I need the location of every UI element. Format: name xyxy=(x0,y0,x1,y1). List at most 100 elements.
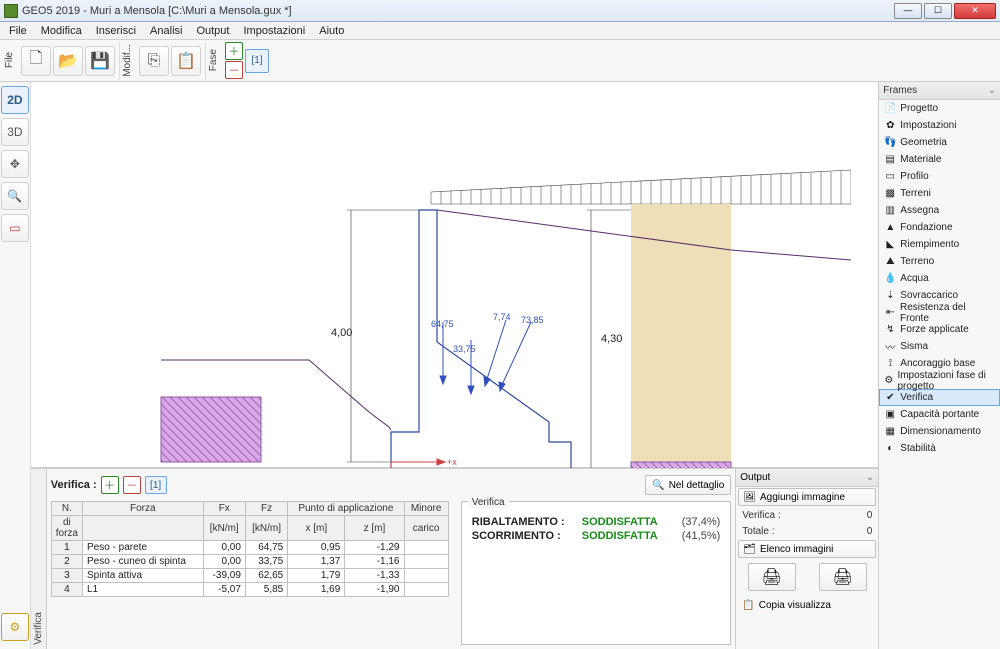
view-3d-button[interactable]: 3D xyxy=(1,118,29,146)
output-title: Output xyxy=(740,472,770,483)
frame-item-terreno[interactable]: ⛰ Terreno xyxy=(879,253,1000,270)
frame-item-label: Resistenza del Fronte xyxy=(900,302,995,324)
frame-item-icon: ◐ xyxy=(884,443,896,455)
frame-item-icon: ▣ xyxy=(884,409,896,421)
output-panel: Output ⌄ 🖼 Aggiungi immagine Verifica :0… xyxy=(735,469,878,649)
frame-item-icon: ▲ xyxy=(884,222,896,234)
chevron-icon: ⌄ xyxy=(988,85,996,96)
view-2d-button[interactable]: 2D xyxy=(1,86,29,114)
frame-item-label: Materiale xyxy=(900,154,941,165)
frame-item-forze-applicate[interactable]: ↯Forze applicate xyxy=(879,321,1000,338)
phase-1-button[interactable]: [1] xyxy=(245,49,269,73)
verify-phase-button[interactable]: [1] xyxy=(145,476,167,494)
add-phase-button[interactable]: ＋ xyxy=(225,42,243,60)
menu-modifica[interactable]: Modifica xyxy=(36,24,87,38)
image-list-button[interactable]: 🗂 Elenco immagini xyxy=(738,540,876,558)
file-group-label: File xyxy=(4,50,15,70)
dim-h: 4,00 xyxy=(331,327,352,339)
frame-item-assegna[interactable]: ▥Assegna xyxy=(879,202,1000,219)
frame-item-geometria[interactable]: 👣 Geometria xyxy=(879,134,1000,151)
frame-item-progetto[interactable]: 📄Progetto xyxy=(879,100,1000,117)
frame-item-materiale[interactable]: ▤Materiale xyxy=(879,151,1000,168)
verify-results-box: Verifica RIBALTAMENTO :SODDISFATTA(37,4%… xyxy=(461,501,732,645)
menu-file[interactable]: File xyxy=(4,24,32,38)
force-a: 64,75 xyxy=(431,319,454,329)
maximize-button[interactable]: ☐ xyxy=(924,3,952,19)
chevron-icon: ⌄ xyxy=(866,472,874,483)
frame-item-resistenza-del-fronte[interactable]: ⇤ Resistenza del Fronte xyxy=(879,304,1000,321)
add-image-button[interactable]: 🖼 Aggiungi immagine xyxy=(738,488,876,506)
add-image-icon: 🖼 xyxy=(743,492,756,503)
frames-title: Frames xyxy=(883,85,917,96)
frame-item-fondazione[interactable]: ▲Fondazione xyxy=(879,219,1000,236)
minimize-button[interactable]: — xyxy=(894,3,922,19)
new-file-button[interactable]: 🗋 xyxy=(21,46,51,76)
frame-item-stabilit-[interactable]: ◐ Stabilità xyxy=(879,440,1000,457)
frame-item-impostazioni[interactable]: ✿Impostazioni xyxy=(879,117,1000,134)
verify-remove-button[interactable]: － xyxy=(123,476,141,494)
frame-item-label: Terreno xyxy=(900,256,934,267)
force-c: 7,74 xyxy=(493,312,511,322)
detail-icon: 🔍 xyxy=(652,480,664,491)
frame-item-sisma[interactable]: 〰Sisma xyxy=(879,338,1000,355)
check-row: RIBALTAMENTO :SODDISFATTA(37,4%) xyxy=(472,516,721,528)
table-row[interactable]: 3Spinta attiva-39,0962,651,79-1,33 xyxy=(51,569,448,583)
drawing-canvas[interactable]: 4,00 4,30 2,50 64,75 33,75 7,74 73,85 xyxy=(31,82,879,468)
print-button-2[interactable]: 🖨 xyxy=(819,563,867,591)
frame-item-dimensionamento[interactable]: ▦ Dimensionamento xyxy=(879,423,1000,440)
frame-item-label: Stabilità xyxy=(900,443,936,454)
frame-item-icon: ⟟ xyxy=(884,358,896,370)
copy-view-button[interactable]: 📋 Copia visualizza xyxy=(738,596,876,614)
frame-item-label: Geometria xyxy=(900,137,947,148)
table-row[interactable]: 1Peso - parete0,0064,750,95-1,29 xyxy=(51,541,448,555)
frame-item-profilo[interactable]: ▭Profilo xyxy=(879,168,1000,185)
frame-item-icon: ✿ xyxy=(884,120,896,132)
frame-item-icon: ▦ xyxy=(884,426,896,438)
print-button-1[interactable]: 🖨 xyxy=(748,563,796,591)
force-b: 33,75 xyxy=(453,344,476,354)
close-button[interactable]: ✕ xyxy=(954,3,996,19)
view-settings-button[interactable]: ⚙ xyxy=(1,613,29,641)
menu-impostazioni[interactable]: Impostazioni xyxy=(238,24,310,38)
detail-button[interactable]: 🔍 Nel dettaglio xyxy=(645,475,731,495)
zoom-button[interactable]: 🔍 xyxy=(1,182,29,210)
frame-item-riempimento[interactable]: ◣Riempimento xyxy=(879,236,1000,253)
table-row[interactable]: 4L1-5,075,851,69-1,90 xyxy=(51,583,448,597)
copy-button[interactable]: ⎘ xyxy=(139,46,169,76)
frame-item-icon: ⛰ xyxy=(884,256,896,268)
remove-phase-button[interactable]: － xyxy=(225,61,243,79)
axis-x: +x xyxy=(447,457,457,467)
view-toolbar: 2D 3D ✥ 🔍 ▭ ⚙ xyxy=(0,82,31,649)
frame-item-label: Sisma xyxy=(900,341,928,352)
menu-inserisci[interactable]: Inserisci xyxy=(91,24,141,38)
frame-item-label: Verifica xyxy=(900,392,933,403)
table-row[interactable]: 2Peso - cuneo di spinta0,0033,751,37-1,1… xyxy=(51,555,448,569)
menu-aiuto[interactable]: Aiuto xyxy=(314,24,349,38)
frame-item-label: Terreni xyxy=(900,188,931,199)
frame-item-icon: 👣 xyxy=(884,137,896,149)
frame-item-label: Capacità portante xyxy=(900,409,979,420)
frame-item-impostazioni-fase-di-progetto[interactable]: ⚙Impostazioni fase di progetto xyxy=(879,372,1000,389)
frame-item-icon: ⇤ xyxy=(884,307,896,319)
frame-item-label: Impostazioni fase di progetto xyxy=(897,370,995,392)
frame-item-label: Dimensionamento xyxy=(900,426,981,437)
verify-add-button[interactable]: ＋ xyxy=(101,476,119,494)
frame-item-verifica[interactable]: ✔Verifica xyxy=(879,389,1000,406)
frame-item-label: Profilo xyxy=(900,171,928,182)
frame-item-capacit-portante[interactable]: ▣ Capacità portante xyxy=(879,406,1000,423)
list-icon: 🗂 xyxy=(743,544,756,555)
frame-item-label: Assegna xyxy=(900,205,939,216)
menu-output[interactable]: Output xyxy=(191,24,234,38)
pan-button[interactable]: ✥ xyxy=(1,150,29,178)
menu-analisi[interactable]: Analisi xyxy=(145,24,187,38)
frame-item-acqua[interactable]: 💧Acqua xyxy=(879,270,1000,287)
frame-item-icon: ⇣ xyxy=(884,290,896,302)
frame-item-icon: 💧 xyxy=(884,273,896,285)
fit-button[interactable]: ▭ xyxy=(1,214,29,242)
paste-button[interactable]: 📋 xyxy=(171,46,201,76)
verify-label: Verifica : xyxy=(51,479,97,491)
open-file-button[interactable]: 📂 xyxy=(53,46,83,76)
verify-tab[interactable]: Verifica xyxy=(31,469,47,649)
save-file-button[interactable]: 💾 xyxy=(85,46,115,76)
frame-item-terreni[interactable]: ▩Terreni xyxy=(879,185,1000,202)
